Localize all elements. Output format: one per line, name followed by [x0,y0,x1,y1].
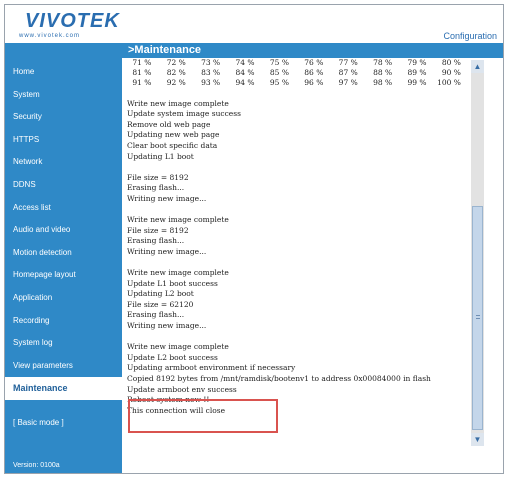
progress-value: 83 % [201,68,221,77]
sidebar-item-home[interactable]: Home [5,61,122,84]
log-line: Writing new image... [127,321,207,331]
sidebar: Home System Security HTTPS Network DDNS … [5,43,122,473]
log-line: Update armboot env success [127,384,237,394]
progress-value: 75 % [269,58,289,67]
progress-value: 87 % [338,68,358,77]
sidebar-item-https[interactable]: HTTPS [5,129,122,152]
progress-value: 72 % [166,58,186,67]
sidebar-item-system-log[interactable]: System log [5,332,122,355]
log-line: Copied 8192 bytes from /mnt/ramdisk/boot… [127,374,431,384]
progress-value: 74 % [235,58,255,67]
progress-value: 98 % [373,78,393,87]
progress-value: 99 % [407,78,427,87]
log-scrollbar[interactable]: ▲ ▼ [471,60,484,446]
header: VIVOTEK www.vivotek.com Configuration [5,5,503,43]
log-line: Write new image complete [127,98,229,108]
log-line: Update L2 boot success [127,352,218,362]
log-line: Clear boot specific data [127,140,218,150]
progress-value: 71 % [132,58,152,67]
sidebar-item-system[interactable]: System [5,84,122,107]
sidebar-item-maintenance[interactable]: Maintenance [5,377,122,400]
log-line: Writing new image... [127,246,207,256]
sidebar-item-view-parameters[interactable]: View parameters [5,355,122,378]
progress-value: 88 % [373,68,393,77]
logo-text: VIVOTEK [25,10,120,32]
progress-value: 89 % [407,68,427,77]
scrollbar-grip [476,315,480,319]
progress-value: 77 % [338,58,358,67]
progress-value: 78 % [373,58,393,67]
basic-mode-link[interactable]: [ Basic mode ] [5,418,122,427]
sidebar-item-recording[interactable]: Recording [5,310,122,333]
sidebar-item-ddns[interactable]: DDNS [5,174,122,197]
sidebar-item-application[interactable]: Application [5,287,122,310]
log-line: Writing new image... [127,193,207,203]
version-label: Version: 0100a [13,462,60,469]
progress-value: 93 % [201,78,221,87]
progress-value: 100 % [437,78,461,87]
scroll-down-icon[interactable]: ▼ [471,433,484,446]
progress-value: 82 % [166,68,186,77]
maintenance-log: 71 % 72 % 73 % 74 % 75 % 76 % 77 % 78 % … [127,58,471,450]
log-line: Erasing flash... [127,183,185,193]
log-line: Updating new web page [127,130,220,140]
sidebar-item-security[interactable]: Security [5,106,122,129]
progress-value: 76 % [304,58,324,67]
configuration-link[interactable]: Configuration [443,31,497,41]
sidebar-item-motion-detection[interactable]: Motion detection [5,242,122,265]
log-line: File size = 8192 [127,172,189,182]
sidebar-item-homepage-layout[interactable]: Homepage layout [5,264,122,287]
progress-value: 94 % [235,78,255,87]
log-line: Erasing flash... [127,310,185,320]
progress-value: 86 % [304,68,324,77]
scrollbar-thumb[interactable] [472,206,483,430]
vivotek-logo: VIVOTEK www.vivotek.com [11,9,119,39]
log-line: Update system image success [127,109,241,119]
log-line: Updating L2 boot [127,289,194,299]
log-line: File size = 8192 [127,225,189,235]
progress-value: 85 % [269,68,289,77]
sidebar-item-access-list[interactable]: Access list [5,197,122,220]
progress-value: 92 % [166,78,186,87]
log-line: Erasing flash... [127,236,185,246]
page-title: >Maintenance [122,43,503,58]
progress-row: 81 % 82 % 83 % 84 % 85 % 86 % 87 % 88 % … [127,68,471,78]
log-line: Remove old web page [127,119,211,129]
progress-value: 97 % [338,78,358,87]
progress-value: 84 % [235,68,255,77]
progress-row: 71 % 72 % 73 % 74 % 75 % 76 % 77 % 78 % … [127,58,471,68]
progress-row: 91 % 92 % 93 % 94 % 95 % 96 % 97 % 98 % … [127,78,471,88]
progress-value: 81 % [132,68,152,77]
progress-value: 90 % [441,68,461,77]
progress-value: 79 % [407,58,427,67]
sidebar-item-audio-and-video[interactable]: Audio and video [5,219,122,242]
progress-value: 73 % [201,58,221,67]
log-line: Update L1 boot success [127,278,218,288]
progress-value: 91 % [132,78,152,87]
progress-value: 95 % [269,78,289,87]
progress-value: 80 % [441,58,461,67]
progress-value: 96 % [304,78,324,87]
log-line: Updating L1 boot [127,151,194,161]
logo-subtext: www.vivotek.com [19,33,81,39]
scroll-up-icon[interactable]: ▲ [471,60,484,73]
sidebar-item-network[interactable]: Network [5,151,122,174]
log-line: File size = 62120 [127,299,194,309]
log-line: Updating armboot environment if necessar… [127,363,296,373]
highlight-box [128,399,278,433]
log-line: Write new image complete [127,342,229,352]
log-line: Write new image complete [127,215,229,225]
log-line: Write new image complete [127,268,229,278]
